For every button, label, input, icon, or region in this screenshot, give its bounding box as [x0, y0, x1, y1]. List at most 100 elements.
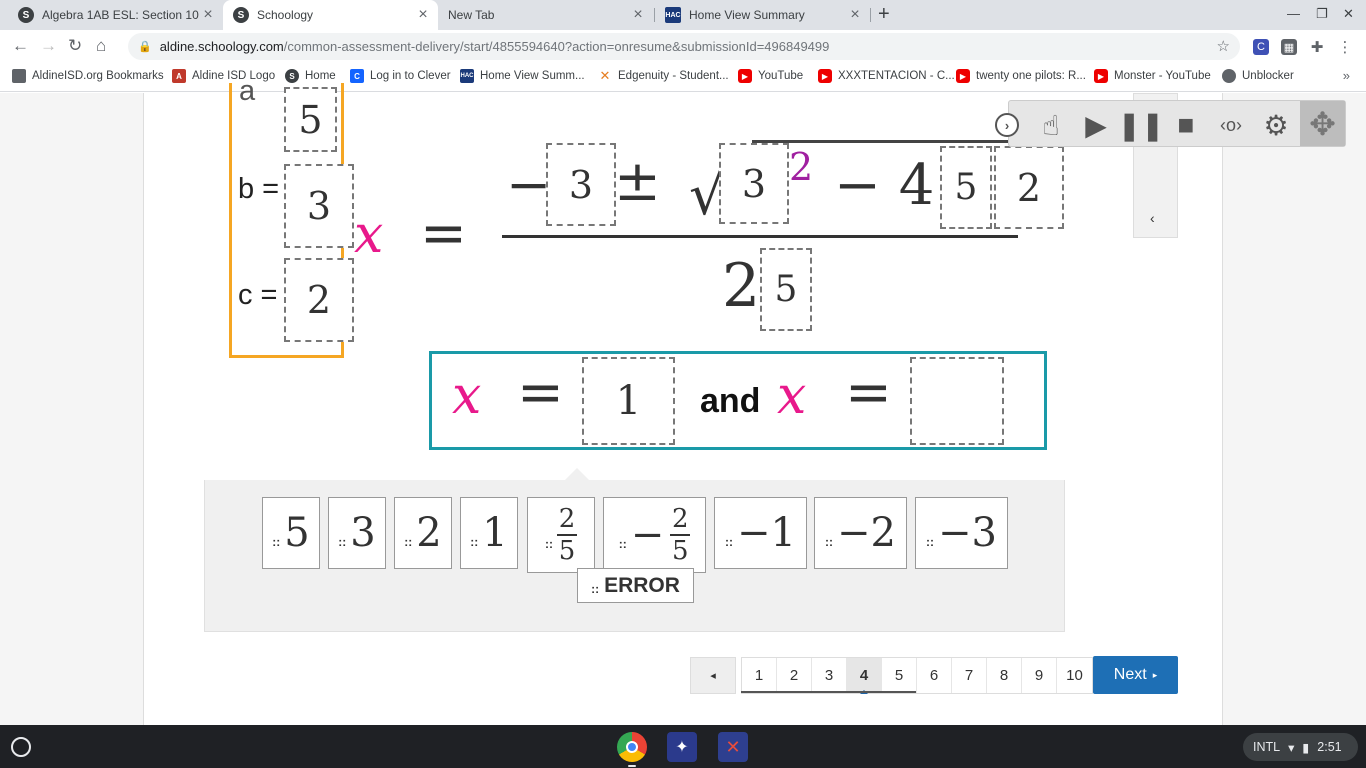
tile-negative-1[interactable]: :: −1 [714, 497, 807, 569]
chevron-left-icon[interactable]: ‹ [1150, 210, 1155, 226]
browser-tab-strip: S Algebra 1AB ESL: Section 10-V0 × S Sch… [0, 0, 1366, 30]
dropzone-b[interactable]: 3 [284, 164, 354, 248]
dropzone-b-squared[interactable]: 3 [719, 143, 789, 224]
tab-home-view-summary[interactable]: HAC Home View Summary × [655, 0, 870, 30]
back-icon[interactable]: ← [12, 36, 29, 56]
home-icon[interactable]: ⌂ [96, 36, 106, 56]
extensions-puzzle-icon[interactable]: ✚ [1309, 39, 1325, 56]
schoology-icon: S [285, 69, 299, 83]
more-bookmarks-icon[interactable]: » [1343, 68, 1350, 83]
bookmark-aldineisd-folder[interactable]: AldineISD.org Bookmarks [12, 69, 164, 83]
extension-qr-icon[interactable]: ▦ [1281, 39, 1297, 55]
tile-negative-3[interactable]: :: −3 [915, 497, 1008, 569]
answer-and: and [700, 382, 761, 420]
tile-3[interactable]: :: 3 [328, 497, 386, 569]
page-1-button[interactable]: 1 [742, 658, 777, 693]
move-arrows-icon[interactable]: ✥ [1300, 101, 1345, 146]
fraction-numerator: 2 [671, 504, 689, 534]
minimize-icon[interactable]: — [1287, 6, 1300, 21]
tile-negative-2[interactable]: :: −2 [814, 497, 907, 569]
point-to-read-hand-icon[interactable]: ☝ [1034, 108, 1068, 142]
dropzone-c-discriminant[interactable]: 2 [994, 146, 1064, 229]
previous-page-button[interactable]: ◂ [690, 657, 736, 694]
bookmark-label: Aldine ISD Logo [192, 70, 276, 82]
launcher-icon[interactable] [11, 737, 31, 757]
tab-algebra[interactable]: S Algebra 1AB ESL: Section 10-V0 × [8, 0, 223, 30]
page-10-button[interactable]: 10 [1057, 658, 1092, 693]
tile-two-fifths[interactable]: :: 2 5 [527, 497, 595, 573]
answer-equals-2: = [845, 360, 892, 425]
page-3-button[interactable]: 3 [812, 658, 847, 693]
dropzone-a-discriminant[interactable]: 5 [940, 146, 992, 229]
page-2-button[interactable]: 2 [777, 658, 812, 693]
bookmark-label: Home [305, 70, 336, 82]
dropzone-denominator-a[interactable]: 5 [760, 248, 812, 331]
tab-schoology[interactable]: S Schoology × [223, 0, 438, 30]
close-icon[interactable]: × [629, 6, 647, 24]
tile-2[interactable]: :: 2 [394, 497, 452, 569]
page-8-button[interactable]: 8 [987, 658, 1022, 693]
tile-5[interactable]: :: 5 [262, 497, 320, 569]
restore-icon[interactable]: ❐ [1316, 6, 1328, 22]
extension-c-icon[interactable]: C [1253, 39, 1269, 55]
tab-new-tab[interactable]: New Tab × [438, 0, 653, 30]
collapse-toolbar-icon[interactable]: › [995, 113, 1019, 137]
dropzone-answer-1[interactable]: 1 [582, 357, 675, 445]
dropzone-c[interactable]: 2 [284, 258, 354, 342]
tile-sign: − [630, 512, 665, 558]
answered-pages-indicator [741, 691, 916, 693]
dropzone-a[interactable]: 5 [284, 87, 337, 152]
wifi-icon: ▾ [1288, 740, 1295, 755]
bookmark-clever[interactable]: C Log in to Clever [350, 69, 451, 83]
tile-negative-two-fifths[interactable]: :: −2 5 [603, 497, 706, 573]
page-7-button[interactable]: 7 [952, 658, 987, 693]
tile-error[interactable]: :: ERROR [577, 568, 694, 603]
bookmark-home[interactable]: S Home [285, 69, 336, 83]
forward-icon[interactable]: → [40, 36, 57, 56]
gear-icon[interactable]: ⚙ [1259, 108, 1293, 142]
close-icon[interactable]: × [414, 6, 432, 24]
text-to-speech-toolbar: › ☝ ▶ ❚❚ ■ ‹o› ⚙ ✥ [995, 100, 1346, 147]
page-9-button[interactable]: 9 [1022, 658, 1057, 693]
play-icon[interactable]: ▶ [1079, 108, 1113, 142]
fraction-denominator: 5 [671, 536, 689, 566]
edgenuity-icon: ✕ [599, 68, 611, 83]
address-bar[interactable]: 🔒 aldine.schoology.com/common-assessment… [128, 33, 1240, 60]
chrome-icon[interactable] [617, 732, 647, 762]
bookmark-edgenuity[interactable]: ✕ Edgenuity - Student... [598, 68, 729, 83]
dancer-app-icon[interactable]: ✦ [667, 732, 697, 762]
bookmark-monster[interactable]: ▶ Monster - YouTube [1094, 69, 1211, 83]
edgenuity-app-icon[interactable]: ✕ [718, 732, 748, 762]
tile-1[interactable]: :: 1 [460, 497, 518, 569]
close-icon[interactable]: × [846, 6, 864, 24]
bookmark-star-icon[interactable]: ☆ [1217, 37, 1230, 55]
bookmark-unblocker[interactable]: Unblocker [1222, 69, 1294, 83]
answer-x-2: x [777, 366, 807, 426]
status-area[interactable]: INTL ▾ ▮ 2:51 [1243, 733, 1358, 761]
bookmark-aldine-logo[interactable]: A Aldine ISD Logo [172, 69, 275, 83]
reload-icon[interactable]: ↻ [68, 36, 82, 56]
drag-handle-icon: :: [725, 535, 734, 549]
new-tab-icon[interactable]: + [878, 3, 890, 26]
page-5-button[interactable]: 5 [882, 658, 917, 693]
close-window-icon[interactable]: ✕ [1343, 6, 1354, 22]
pause-icon[interactable]: ❚❚ [1118, 108, 1165, 142]
question-stage: a 5 b = 3 c = 2 x = − 3 ± √ 3 2 − 4 5 2 … [204, 75, 1065, 480]
page-6-button[interactable]: 6 [917, 658, 952, 693]
bookmark-youtube[interactable]: ▶ YouTube [738, 69, 803, 83]
browser-toolbar: ← → ↻ ⌂ 🔒 aldine.schoology.com/common-as… [0, 30, 1366, 63]
dropzone-negative-b[interactable]: 3 [546, 143, 616, 226]
formula-two: 2 [722, 251, 761, 321]
stop-icon[interactable]: ■ [1169, 108, 1203, 142]
bookmark-twenty-one-pilots[interactable]: ▶ twenty one pilots: R... [956, 69, 1086, 83]
bookmark-home-view-summary[interactable]: HAC Home View Summ... [460, 69, 585, 83]
next-button[interactable]: Next ▸ [1093, 656, 1178, 694]
page-4-button[interactable]: 4 [847, 658, 882, 694]
os-shelf: ✦ ✕ INTL ▾ ▮ 2:51 [0, 725, 1366, 768]
menu-kebab-icon[interactable]: ⋮ [1337, 39, 1353, 56]
a-label-partial: a [239, 75, 256, 107]
screen-mask-icon[interactable]: ‹o› [1212, 108, 1250, 142]
dropzone-answer-2[interactable] [910, 357, 1004, 445]
bookmark-xxxtentacion[interactable]: ▶ XXXTENTACION - C... [818, 69, 955, 83]
close-icon[interactable]: × [199, 6, 217, 24]
